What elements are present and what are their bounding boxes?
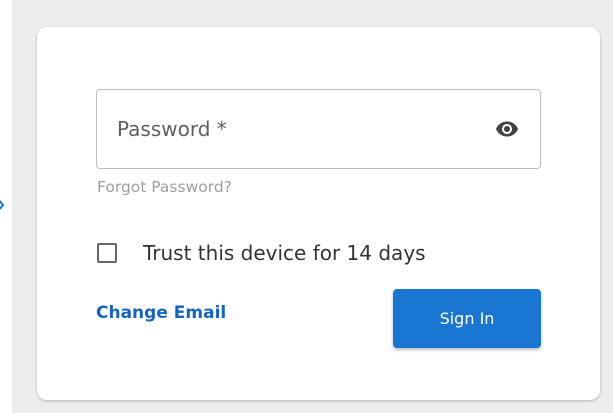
chevron-right-icon [0,199,5,211]
password-field [96,89,541,169]
left-panel-edge [0,0,12,413]
password-input[interactable] [117,90,477,168]
trust-device-checkbox[interactable] [97,243,117,263]
trust-device-option[interactable]: Trust this device for 14 days [97,237,426,269]
eye-icon[interactable] [492,117,522,141]
change-email-link[interactable]: Change Email [96,303,226,323]
forgot-password-link[interactable]: Forgot Password? [97,178,232,196]
login-card: Forgot Password? Trust this device for 1… [37,27,600,400]
sign-in-button[interactable]: Sign In [393,289,541,348]
trust-device-label: Trust this device for 14 days [143,241,426,265]
